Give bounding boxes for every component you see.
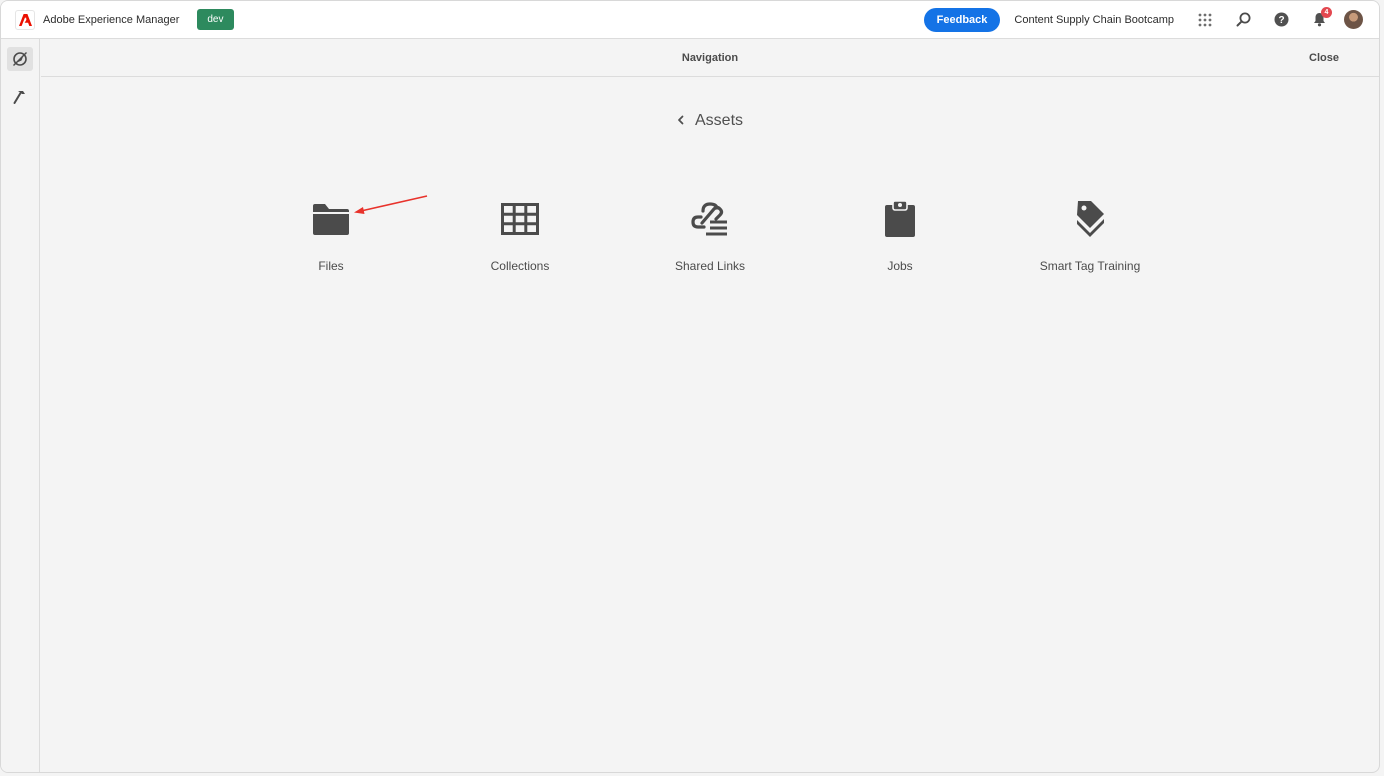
clipboard-icon bbox=[878, 197, 922, 241]
search-icon[interactable] bbox=[1224, 5, 1262, 35]
annotation-arrow bbox=[354, 195, 428, 214]
navigation-title: Navigation bbox=[681, 52, 739, 64]
grid-icon bbox=[498, 197, 542, 241]
tile-shared-links[interactable]: Shared Links bbox=[635, 197, 785, 277]
brand[interactable]: Adobe Experience Manager dev bbox=[1, 1, 234, 38]
org-switcher[interactable]: Content Supply Chain Bootcamp bbox=[1014, 14, 1174, 26]
tools-hammer-icon[interactable] bbox=[7, 85, 33, 109]
close-button[interactable]: Close bbox=[1309, 39, 1339, 77]
app-window: Adobe Experience Manager dev Feedback Co… bbox=[0, 0, 1380, 773]
tile-label: Jobs bbox=[887, 259, 913, 273]
tile-label: Smart Tag Training bbox=[1039, 259, 1141, 273]
feedback-button[interactable]: Feedback bbox=[923, 7, 1001, 32]
tags-icon bbox=[1068, 197, 1112, 241]
chevron-left-icon bbox=[677, 112, 685, 130]
header-actions: Feedback Content Supply Chain Bootcamp ?… bbox=[923, 1, 1379, 38]
breadcrumb-label: Assets bbox=[695, 112, 744, 129]
apps-grid-icon[interactable] bbox=[1186, 5, 1224, 35]
tile-label: Collections bbox=[490, 259, 550, 273]
link-list-icon bbox=[688, 197, 732, 241]
tile-label: Shared Links bbox=[674, 259, 746, 273]
adobe-logo-icon[interactable] bbox=[15, 9, 35, 30]
left-rail bbox=[1, 39, 40, 772]
tile-collections[interactable]: Collections bbox=[445, 197, 595, 277]
navigation-compass-icon[interactable] bbox=[7, 47, 33, 71]
tile-smart-tag-training[interactable]: Smart Tag Training bbox=[1015, 197, 1165, 277]
svg-text:?: ? bbox=[1278, 15, 1284, 26]
environment-badge: dev bbox=[197, 9, 234, 30]
top-header: Adobe Experience Manager dev Feedback Co… bbox=[1, 1, 1379, 39]
tile-jobs[interactable]: Jobs bbox=[825, 197, 975, 277]
help-icon[interactable]: ? bbox=[1262, 5, 1300, 35]
notification-count-badge: 4 bbox=[1321, 6, 1332, 18]
product-name[interactable]: Adobe Experience Manager bbox=[43, 14, 179, 26]
notifications-bell-icon[interactable]: 4 bbox=[1300, 5, 1338, 35]
breadcrumb-back[interactable]: Assets bbox=[677, 109, 743, 133]
tile-label: Files bbox=[318, 259, 344, 273]
user-avatar[interactable] bbox=[1344, 10, 1363, 29]
folder-icon bbox=[309, 197, 353, 241]
navigation-header: Navigation Close bbox=[41, 39, 1379, 77]
